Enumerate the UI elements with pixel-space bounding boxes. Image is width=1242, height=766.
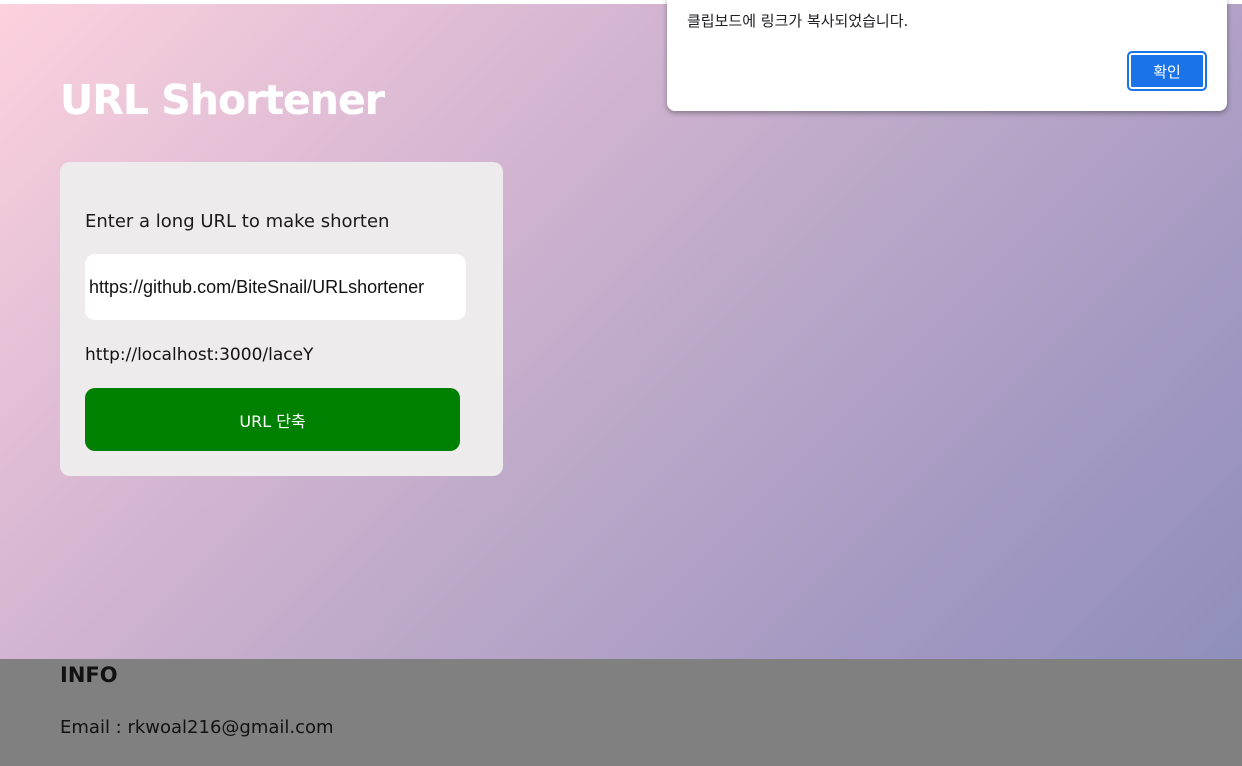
footer-email: Email : rkwoal216@gmail.com [60,717,334,738]
url-input-label: Enter a long URL to make shorten [85,211,390,232]
shorten-button[interactable]: URL 단축 [85,388,460,451]
alert-message: 클립보드에 링크가 복사되었습니다. [687,12,909,30]
short-url-text[interactable]: http://localhost:3000/laceY [85,345,313,365]
shortener-card: Enter a long URL to make shorten http://… [60,162,503,476]
long-url-input[interactable] [85,254,466,320]
alert-ok-button[interactable]: 확인 [1127,51,1207,91]
app-title: URL Shortener [60,76,385,124]
footer-heading: INFO [60,663,118,687]
footer: INFO Email : rkwoal216@gmail.com [0,659,1242,766]
page: URL Shortener Enter a long URL to make s… [0,0,1242,766]
alert-dialog: 클립보드에 링크가 복사되었습니다. 확인 [667,0,1227,111]
